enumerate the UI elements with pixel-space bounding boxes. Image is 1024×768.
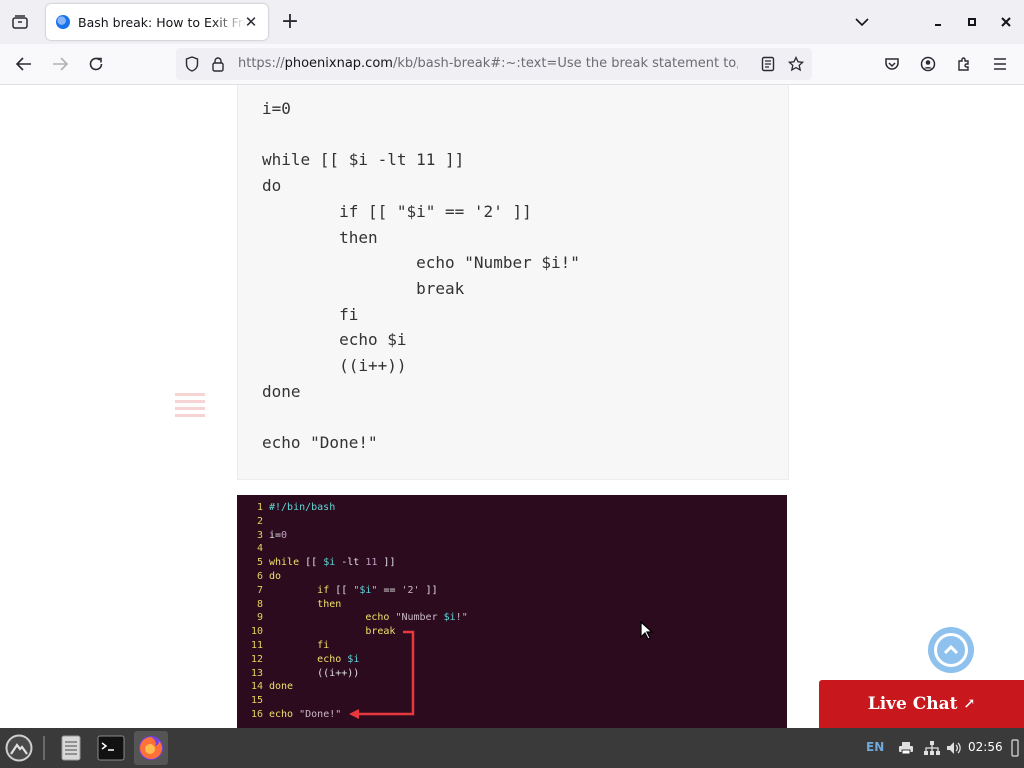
- active-tab[interactable]: Bash break: How to Exit From a Loop ✕: [46, 4, 268, 40]
- terminal-code: echo "Number $i!": [365, 612, 468, 624]
- terminal-code: fi: [317, 640, 330, 651]
- terminal-screenshot: 1 #!/bin/bash 2 3 i=0 4 5 while [[ $i -lt 11 ]]…: [237, 495, 787, 728]
- line-number: 8: [256, 598, 263, 610]
- extensions-icon[interactable]: [951, 51, 977, 77]
- line-number: 11: [250, 640, 263, 651]
- keyboard-language[interactable]: EN: [866, 740, 884, 754]
- terminal-line: 1 #!/bin/bash: [237, 501, 787, 515]
- live-chat-label: Live Chat: [867, 694, 958, 714]
- printer-icon[interactable]: [894, 731, 918, 765]
- globe-icon: [56, 15, 70, 29]
- network-icon[interactable]: [920, 731, 944, 765]
- chevron-up-icon: [934, 633, 968, 667]
- navigation-bar: https://phoenixnap.com/kb/bash-break#:~:…: [0, 44, 1024, 85]
- terminal-line: 10 break: [237, 625, 787, 639]
- shield-icon[interactable]: [182, 54, 202, 74]
- file-manager-icon[interactable]: [54, 731, 88, 765]
- pocket-icon[interactable]: [879, 51, 905, 77]
- account-icon[interactable]: [915, 51, 941, 77]
- terminal-code: ((i++)): [269, 667, 360, 679]
- taskbar-separator: [43, 736, 45, 760]
- line-number: 14: [250, 681, 263, 693]
- terminal-code: then: [317, 598, 342, 610]
- new-tab-button[interactable]: +: [278, 10, 302, 34]
- code-block: i=0 while [[ $i -lt 11 ]] do if [[ "$i" …: [237, 85, 789, 480]
- terminal-line: 2: [237, 515, 787, 529]
- url-prefix: https://: [238, 56, 285, 71]
- terminal-line: 13 ((i++)): [237, 667, 787, 681]
- tab-bar: Bash break: How to Exit From a Loop ✕ +: [0, 0, 1024, 44]
- list-all-tabs-icon[interactable]: [850, 10, 874, 34]
- lock-icon[interactable]: [208, 54, 228, 74]
- terminal-code: while [[ $i -lt 11 ]]: [269, 557, 396, 569]
- line-number: 1: [256, 502, 263, 513]
- line-number: 6: [256, 571, 263, 582]
- line-number: 5: [256, 557, 263, 569]
- page-content: i=0 while [[ $i -lt 11 ]] do if [[ "$i" …: [0, 85, 1024, 728]
- terminal-code: break: [365, 626, 396, 638]
- url-text[interactable]: https://phoenixnap.com/kb/bash-break#:~:…: [238, 56, 738, 71]
- terminal-line: 8 then: [237, 598, 787, 612]
- scroll-to-top-button[interactable]: [928, 627, 974, 673]
- terminal-code: echo "Done!": [269, 709, 342, 720]
- volume-icon[interactable]: [942, 731, 966, 765]
- power-icon[interactable]: [1008, 731, 1022, 765]
- reload-button[interactable]: [83, 51, 109, 77]
- terminal-line: 12 echo $i: [237, 653, 787, 667]
- line-number: 16: [250, 709, 263, 720]
- line-number: 13: [250, 667, 263, 679]
- url-path: /kb/bash-break#:~:text=Use the break sta…: [392, 56, 738, 71]
- terminal-line: 11 fi: [237, 639, 787, 653]
- line-number: 4: [256, 543, 263, 555]
- tab-list-icon[interactable]: [8, 10, 32, 34]
- bookmark-star-icon[interactable]: [786, 54, 806, 74]
- terminal-line: 14 done: [237, 680, 787, 694]
- clock: 02:56: [968, 740, 1003, 754]
- line-number: 10: [250, 626, 263, 638]
- tab-title: Bash break: How to Exit From a Loop: [78, 14, 246, 30]
- minimize-button[interactable]: [926, 10, 950, 34]
- line-number: 12: [250, 653, 263, 665]
- menu-icon[interactable]: [987, 51, 1013, 77]
- terminal-code: if [[ "$i" == '2' ]]: [317, 584, 438, 596]
- forward-button[interactable]: [47, 51, 73, 77]
- terminal-code: #!/bin/bash: [269, 502, 336, 513]
- terminal-code: i=0: [269, 529, 288, 541]
- maximize-button[interactable]: [960, 10, 984, 34]
- table-of-contents-icon[interactable]: [175, 393, 205, 421]
- terminal-code: done: [269, 681, 294, 693]
- terminal-line: 5 while [[ $i -lt 11 ]]: [237, 556, 787, 570]
- terminal-line: 4: [237, 542, 787, 556]
- firefox-icon[interactable]: [134, 731, 168, 765]
- mouse-cursor-icon: [640, 621, 654, 640]
- terminal-line: 15: [237, 694, 787, 708]
- terminal-line: 7 if [[ "$i" == '2' ]]: [237, 584, 787, 598]
- reader-view-icon[interactable]: [758, 54, 778, 74]
- close-tab-icon[interactable]: ✕: [242, 13, 260, 31]
- taskbar: EN 02:56: [0, 728, 1024, 768]
- url-bar[interactable]: https://phoenixnap.com/kb/bash-break#:~:…: [176, 48, 812, 80]
- back-button[interactable]: [11, 51, 37, 77]
- terminal-icon[interactable]: [94, 731, 128, 765]
- terminal-line: 16 echo "Done!": [237, 708, 787, 722]
- url-domain: phoenixnap.com: [284, 56, 393, 71]
- line-number: 3: [256, 529, 263, 541]
- close-window-button[interactable]: [994, 10, 1018, 34]
- line-number: 7: [256, 584, 263, 596]
- terminal-code: echo $i: [317, 653, 360, 665]
- live-chat-button[interactable]: Live Chat ↗: [819, 680, 1024, 728]
- terminal-line: 3 i=0: [237, 529, 787, 543]
- line-number: 2: [256, 515, 263, 527]
- terminal-code: do: [269, 571, 282, 582]
- terminal-line: 6 do: [237, 570, 787, 584]
- start-menu-icon[interactable]: [2, 731, 36, 765]
- line-number: 15: [250, 695, 263, 707]
- code-text: i=0 while [[ $i -lt 11 ]] do if [[ "$i" …: [262, 99, 580, 453]
- terminal-line: 9 echo "Number $i!": [237, 611, 787, 625]
- line-number: 9: [256, 612, 263, 624]
- external-arrow-icon: ↗: [963, 696, 976, 712]
